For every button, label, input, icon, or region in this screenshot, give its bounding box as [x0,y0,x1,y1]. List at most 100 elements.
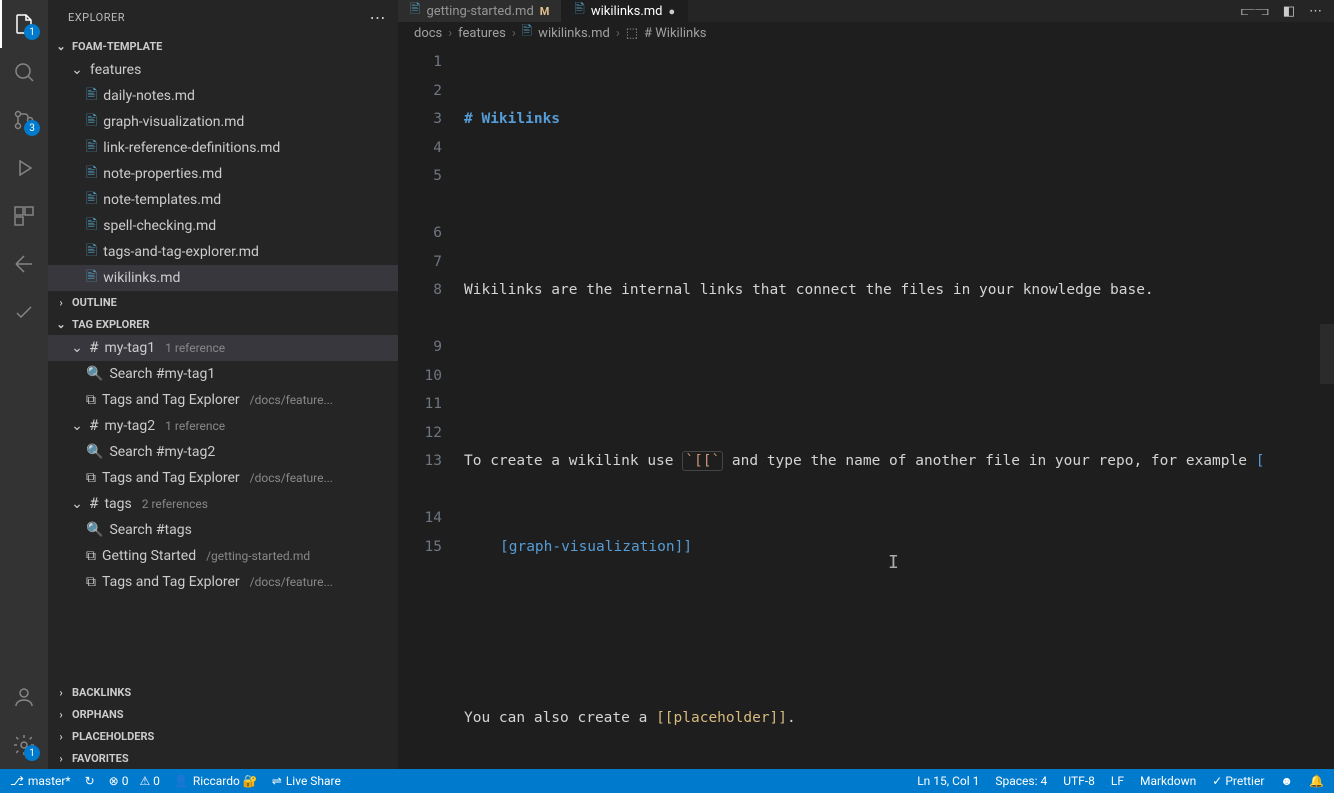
file-graph-visualization[interactable]: 🖹graph-visualization.md [48,109,398,135]
activity-account[interactable] [0,673,48,721]
sb-eol[interactable]: LF [1111,774,1124,788]
section-outline[interactable]: › OUTLINE [48,291,398,313]
markdown-icon: 🖹 [574,0,584,22]
statusbar: ⎇master* ↻ ⊗ 0 ⚠ 0 👤Riccardo 🔐 ⇌Live Sha… [0,769,1334,793]
references-icon: ⧉ [86,470,96,486]
file-note-templates[interactable]: 🖹note-templates.md [48,187,398,213]
sb-bell[interactable]: 🔔 [1309,774,1324,788]
markdown-icon: 🖹 [86,162,97,186]
tag-search-my-tag2[interactable]: 🔍Search #my-tag2 [48,439,398,465]
sb-liveshare[interactable]: ⇌Live Share [272,774,341,788]
sb-lncol[interactable]: Ln 15, Col 1 [917,774,979,788]
liveshare-icon: ⇌ [272,774,282,788]
activity-extensions[interactable] [0,192,48,240]
sb-feedback[interactable]: ☻ [1280,774,1293,788]
more-actions-icon[interactable]: ⋯ [1309,4,1322,19]
sb-prettier[interactable]: ✓ Prettier [1212,774,1264,788]
activity-settings[interactable]: 1 [0,721,48,769]
symbol-icon: ⬚ [626,26,638,41]
gutter: 123456789101112131415 [398,44,464,769]
bell-icon: 🔔 [1309,774,1324,788]
chevron-down-icon: ⌄ [70,496,84,512]
references-icon: ⧉ [86,548,96,564]
activity-explorer[interactable]: 1 [0,0,48,48]
code-content[interactable]: # Wikilinks Wikilinks are the internal l… [464,44,1334,769]
markdown-icon: 🖹 [86,214,97,238]
section-backlinks[interactable]: ›BACKLINKS [48,681,398,703]
breadcrumbs[interactable]: docs› features› 🖹 wikilinks.md› ⬚ # Wiki… [398,22,1334,44]
tag-search-my-tag1[interactable]: 🔍Search #my-tag1 [48,361,398,387]
tag-doc-my-tag2[interactable]: ⧉Tags and Tag Explorer/docs/feature... [48,465,398,491]
tag-tags[interactable]: ⌄ # tags 2 references [48,491,398,517]
sb-sync[interactable]: ↻ [85,774,95,788]
file-link-reference-definitions[interactable]: 🖹link-reference-definitions.md [48,135,398,161]
minimap-slider[interactable] [1320,324,1334,384]
chevron-right-icon: › [54,686,68,699]
chevron-down-icon: ⌄ [54,40,68,53]
folder-features[interactable]: ⌄ features [48,57,398,83]
file-spell-checking[interactable]: 🖹spell-checking.md [48,213,398,239]
scm-badge: 3 [24,120,40,136]
section-placeholders[interactable]: ›PLACEHOLDERS [48,725,398,747]
markdown-icon: 🖹 [86,266,97,290]
sb-user[interactable]: 👤Riccardo 🔐 [174,774,258,788]
file-daily-notes[interactable]: 🖹daily-notes.md [48,83,398,109]
activity-debug[interactable] [0,144,48,192]
settings-badge: 1 [24,745,40,761]
markdown-icon: 🖹 [86,84,97,108]
editor-area: 🖹 getting-started.md M 🖹 wikilinks.md ● … [398,0,1334,769]
split-preview-icon[interactable]: ⫍⫎ [1241,4,1269,19]
hash-icon: # [90,418,98,434]
section-orphans[interactable]: ›ORPHANS [48,703,398,725]
search-icon: 🔍 [86,366,103,382]
tag-my-tag1[interactable]: ⌄ # my-tag1 1 reference [48,335,398,361]
sync-icon: ↻ [85,774,95,788]
section-folder[interactable]: ⌄ FOAM-TEMPLATE [48,35,398,57]
markdown-icon: 🖹 [410,0,420,22]
file-tags-and-tag-explorer[interactable]: 🖹tags-and-tag-explorer.md [48,239,398,265]
tag-doc-tags-explorer[interactable]: ⧉Tags and Tag Explorer/docs/feature... [48,569,398,595]
chevron-right-icon: › [54,730,68,743]
tag-doc-getting-started[interactable]: ⧉Getting Started/getting-started.md [48,543,398,569]
chevron-right-icon: › [54,296,68,309]
tag-my-tag2[interactable]: ⌄ # my-tag2 1 reference [48,413,398,439]
activity-search[interactable] [0,48,48,96]
chevron-down-icon: ⌄ [70,62,84,78]
activity-share[interactable] [0,240,48,288]
feedback-icon: ☻ [1280,774,1293,788]
sidebar-more-icon[interactable]: ⋯ [370,8,387,27]
editor[interactable]: 123456789101112131415 # Wikilinks Wikili… [398,44,1334,769]
explorer-badge: 1 [24,24,40,40]
sb-branch[interactable]: ⎇master* [10,774,71,788]
file-note-properties[interactable]: 🖹note-properties.md [48,161,398,187]
activity-test[interactable] [0,288,48,336]
sb-problems[interactable]: ⊗ 0 ⚠ 0 [109,774,160,788]
unsaved-indicator: ● [669,5,676,18]
sb-spaces[interactable]: Spaces: 4 [995,774,1047,788]
tag-doc-my-tag1[interactable]: ⧉Tags and Tag Explorer/docs/feature... [48,387,398,413]
section-tag-explorer[interactable]: ⌄ TAG EXPLORER [48,313,398,335]
markdown-icon: 🖹 [522,22,532,44]
sb-lang[interactable]: Markdown [1140,774,1196,788]
tab-wikilinks[interactable]: 🖹 wikilinks.md ● [562,0,688,22]
file-wikilinks[interactable]: 🖹wikilinks.md [48,265,398,291]
search-icon: 🔍 [86,444,103,460]
tab-getting-started[interactable]: 🖹 getting-started.md M [398,0,562,22]
markdown-icon: 🖹 [86,188,97,212]
minimap[interactable] [1320,44,1334,769]
hash-icon: # [90,340,98,356]
section-favorites[interactable]: ›FAVORITES [48,747,398,769]
markdown-icon: 🖹 [86,240,97,264]
activity-scm[interactable]: 3 [0,96,48,144]
split-editor-icon[interactable]: ◧ [1283,4,1295,19]
sb-encoding[interactable]: UTF-8 [1063,774,1095,788]
person-icon: 👤 [174,774,189,788]
tag-search-tags[interactable]: 🔍Search #tags [48,517,398,543]
chevron-right-icon: › [54,708,68,721]
references-icon: ⧉ [86,392,96,408]
chevron-down-icon: ⌄ [70,418,84,434]
activity-bar: 1 3 [0,0,48,769]
text-cursor-icon: 𝙸 [888,552,899,573]
modified-indicator: M [540,5,550,18]
chevron-down-icon: ⌄ [54,318,68,331]
